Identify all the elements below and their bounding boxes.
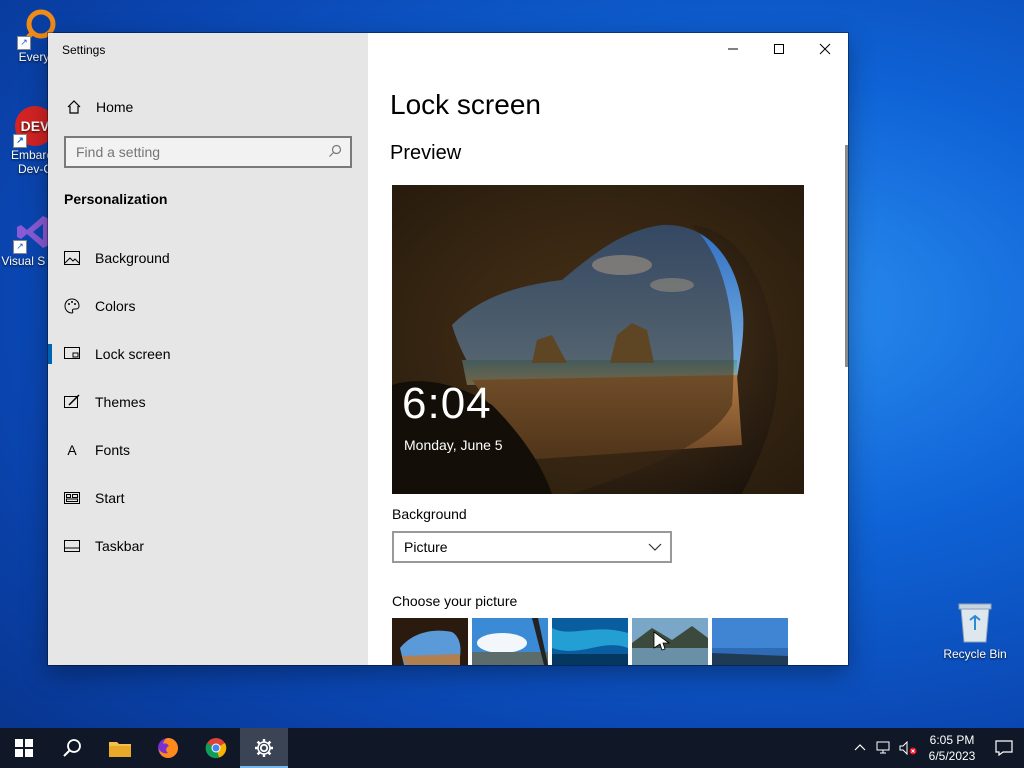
palette-icon <box>64 298 80 314</box>
preview-date: Monday, June 5 <box>404 437 503 453</box>
page-title: Lock screen <box>390 89 541 120</box>
taskbar-clock[interactable]: 6:05 PM 6/5/2023 <box>920 732 984 764</box>
taskbar-date: 6/5/2023 <box>928 749 976 763</box>
start-icon <box>64 490 80 506</box>
settings-window: Settings Home Personalization Background <box>48 33 848 665</box>
sidebar-item-label: Fonts <box>95 442 131 458</box>
home-icon <box>66 99 82 115</box>
recycle-bin-label: Recycle Bin <box>943 647 1007 661</box>
settings-icon <box>255 739 273 757</box>
taskbar-settings[interactable] <box>240 728 288 768</box>
sidebar-item-label: Start <box>95 490 125 506</box>
picture-thumbnail[interactable] <box>472 618 548 665</box>
firefox-icon <box>158 738 178 758</box>
search-icon <box>63 739 81 757</box>
sidebar-item-taskbar[interactable]: Taskbar <box>48 526 368 566</box>
sidebar-item-colors[interactable]: Colors <box>48 286 368 326</box>
chevron-down-icon <box>648 543 662 551</box>
font-icon: A <box>67 442 77 458</box>
nav-home-label: Home <box>96 99 134 115</box>
sidebar: Settings Home Personalization Background <box>48 33 368 665</box>
sidebar-item-start[interactable]: Start <box>48 478 368 518</box>
action-center-button[interactable] <box>984 728 1024 768</box>
main-content: Lock screen Preview 6:04 Monday, June 5 … <box>368 33 848 665</box>
sidebar-item-themes[interactable]: Themes <box>48 382 368 422</box>
active-indicator <box>48 344 52 364</box>
window-title: Settings <box>62 43 106 57</box>
desktop-icon-recycle-bin[interactable]: Recycle Bin <box>940 600 1010 661</box>
windows-start-icon <box>15 739 33 757</box>
sidebar-item-lock-screen[interactable]: Lock screen <box>48 334 368 374</box>
start-button[interactable] <box>0 728 48 768</box>
sidebar-item-label: Taskbar <box>95 538 145 554</box>
notification-icon <box>995 740 1013 756</box>
picture-thumbnail[interactable] <box>392 618 468 665</box>
preview-time: 6:04 <box>402 379 492 428</box>
sidebar-item-fonts[interactable]: A Fonts <box>48 430 368 470</box>
recycle-bin-icon <box>958 603 992 643</box>
chrome-icon <box>205 738 227 759</box>
background-dropdown[interactable]: Picture <box>392 531 672 563</box>
section-title: Personalization <box>64 191 168 207</box>
sidebar-item-label: Lock screen <box>95 346 171 362</box>
brush-icon <box>64 394 80 410</box>
system-tray: 6:05 PM 6/5/2023 <box>848 728 1024 768</box>
picture-thumbnails <box>392 618 788 665</box>
picture-thumbnail[interactable] <box>632 618 708 665</box>
scrollbar[interactable] <box>845 145 848 367</box>
preview-heading: Preview <box>390 142 462 164</box>
taskbar-firefox[interactable] <box>144 728 192 768</box>
lock-screen-preview: 6:04 Monday, June 5 <box>392 185 804 494</box>
volume-muted-icon <box>899 741 917 755</box>
image-icon <box>64 250 80 266</box>
background-label: Background <box>392 506 467 522</box>
search-input[interactable] <box>66 138 326 166</box>
taskbar-icon <box>64 538 80 554</box>
sidebar-item-label: Themes <box>95 394 146 410</box>
background-dropdown-value: Picture <box>404 539 448 555</box>
taskbar: 6:05 PM 6/5/2023 <box>0 728 1024 768</box>
taskbar-search-button[interactable] <box>48 728 96 768</box>
volume-button[interactable] <box>896 728 920 768</box>
picture-thumbnail[interactable] <box>712 618 788 665</box>
network-icon <box>876 741 890 754</box>
network-button[interactable] <box>872 728 896 768</box>
sidebar-item-background[interactable]: Background <box>48 238 368 278</box>
sidebar-item-label: Background <box>95 250 170 266</box>
taskbar-chrome[interactable] <box>192 728 240 768</box>
chevron-up-icon <box>854 744 866 751</box>
show-hidden-icons-button[interactable] <box>848 728 872 768</box>
nav-home[interactable]: Home <box>48 91 368 123</box>
search-icon[interactable] <box>328 144 342 158</box>
picture-thumbnail[interactable] <box>552 618 628 665</box>
file-explorer-icon <box>109 742 131 757</box>
choose-picture-label: Choose your picture <box>392 593 518 609</box>
lock-screen-icon <box>64 346 80 362</box>
sidebar-item-label: Colors <box>95 298 136 314</box>
taskbar-file-explorer[interactable] <box>96 728 144 768</box>
taskbar-time: 6:05 PM <box>929 733 975 747</box>
search-box[interactable] <box>64 136 352 168</box>
